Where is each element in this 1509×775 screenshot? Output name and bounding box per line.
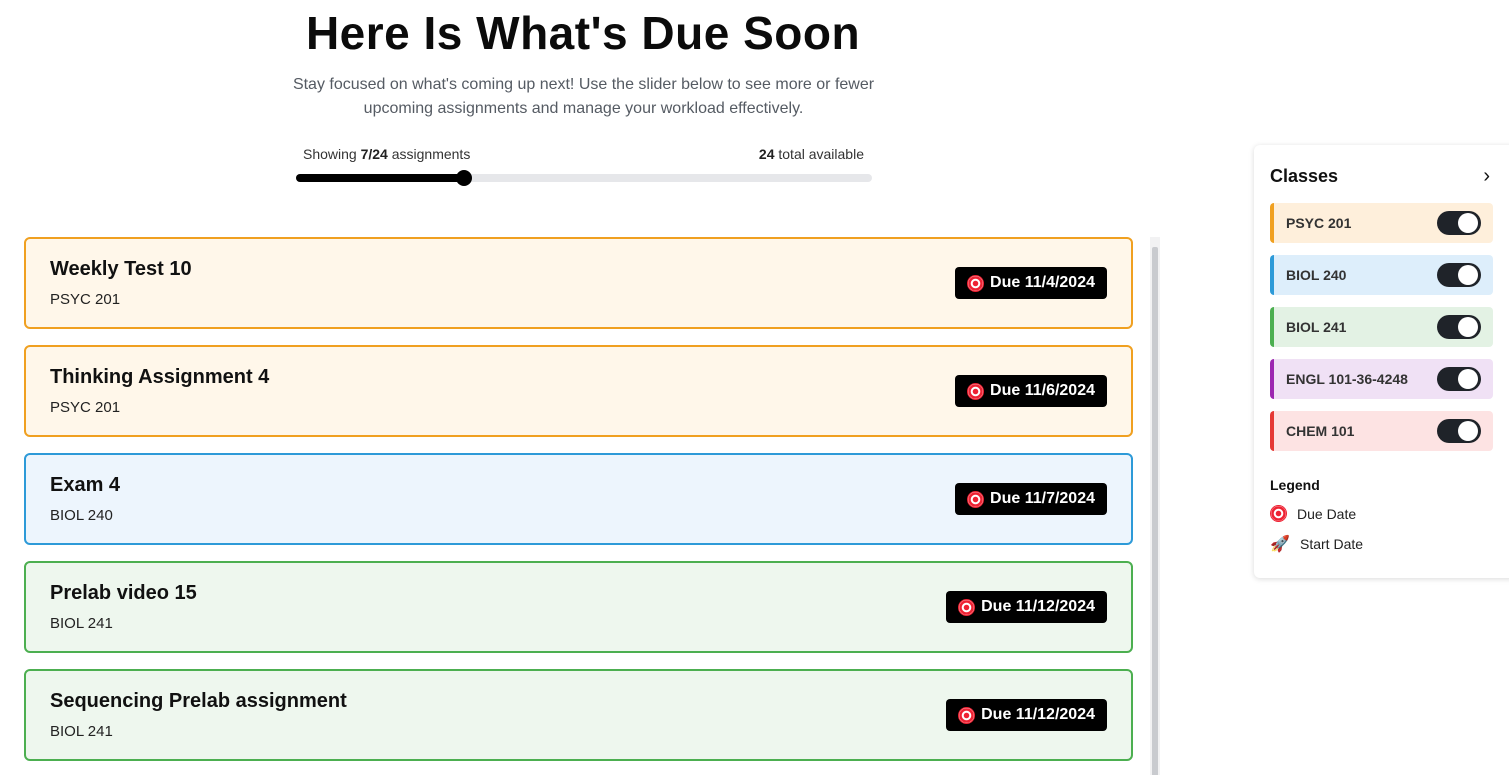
scrollbar-thumb[interactable] <box>1152 247 1158 775</box>
class-name: PSYC 201 <box>1286 215 1352 231</box>
assignment-title: Weekly Test 10 <box>50 258 192 280</box>
chevron-right-icon[interactable]: › <box>1483 165 1490 188</box>
assignment-class: PSYC 201 <box>50 291 121 308</box>
legend-item-start: 🚀 Start Date <box>1270 536 1364 553</box>
class-toggle[interactable] <box>1437 419 1481 443</box>
class-row: CHEM 101 <box>1270 411 1493 451</box>
panel-header: Classes › <box>1270 163 1498 189</box>
class-toggle[interactable] <box>1437 211 1481 235</box>
total-count: 24 <box>758 146 775 162</box>
target-icon <box>967 274 985 292</box>
class-name: ENGL 101-36-4248 <box>1286 371 1408 387</box>
assignment-list: Weekly Test 10 PSYC 201 Due 11/4/2024 Th… <box>24 237 1134 775</box>
assignment-count-slider[interactable] <box>296 170 872 186</box>
rocket-icon: 🚀 <box>1270 536 1290 553</box>
assignment-card[interactable]: Weekly Test 10 PSYC 201 Due 11/4/2024 <box>24 237 1133 329</box>
class-toggle[interactable] <box>1437 367 1481 391</box>
target-icon <box>958 598 976 616</box>
assignment-title: Thinking Assignment 4 <box>50 366 270 388</box>
slider-fill <box>296 174 464 182</box>
showing-count: 7/24 <box>360 146 388 162</box>
showing-text: Showing 7/24 assignments <box>303 146 471 162</box>
panel-title: Classes <box>1270 165 1339 186</box>
target-icon <box>967 382 985 400</box>
class-toggle[interactable] <box>1437 263 1481 287</box>
class-list: PSYC 201 BIOL 240 BIOL 241 ENGL 101-36-4… <box>1270 203 1498 451</box>
due-badge: Due 11/7/2024 <box>955 483 1107 515</box>
class-row: PSYC 201 <box>1270 203 1493 243</box>
page: Here Is What's Due Soon Stay focused on … <box>0 0 1509 775</box>
class-name: BIOL 240 <box>1286 267 1347 283</box>
class-row: BIOL 240 <box>1270 255 1493 295</box>
target-icon <box>958 706 976 724</box>
legend-item-due: Due Date <box>1270 505 1498 522</box>
due-badge: Due 11/6/2024 <box>955 375 1107 407</box>
assignment-class: BIOL 240 <box>50 507 113 524</box>
assignment-card[interactable]: Prelab video 15 BIOL 241 Due 11/12/2024 <box>24 561 1133 653</box>
class-row: ENGL 101-36-4248 <box>1270 359 1493 399</box>
assignment-title: Exam 4 <box>50 474 121 496</box>
due-badge: Due 11/12/2024 <box>946 699 1107 731</box>
slider-meta: Showing 7/24 assignments 24 total availa… <box>303 146 864 162</box>
due-badge: Due 11/4/2024 <box>955 267 1107 299</box>
page-subtitle: Stay focused on what's coming up next! U… <box>292 76 875 117</box>
assignment-card[interactable]: Sequencing Prelab assignment BIOL 241 Du… <box>24 669 1133 761</box>
assignment-class: PSYC 201 <box>50 399 121 416</box>
class-name: CHEM 101 <box>1286 423 1355 439</box>
class-name: BIOL 241 <box>1286 319 1347 335</box>
total-text: 24 total available <box>758 146 864 162</box>
assignment-card[interactable]: Exam 4 BIOL 240 Due 11/7/2024 <box>24 453 1133 545</box>
slider-thumb[interactable] <box>456 170 472 186</box>
classes-panel: Classes › PSYC 201 BIOL 240 BIOL 241 ENG… <box>1254 145 1509 578</box>
list-scrollbar[interactable] <box>1150 237 1160 775</box>
target-icon <box>967 490 985 508</box>
class-toggle[interactable] <box>1437 315 1481 339</box>
class-row: BIOL 241 <box>1270 307 1493 347</box>
assignment-card[interactable]: Thinking Assignment 4 PSYC 201 Due 11/6/… <box>24 345 1133 437</box>
target-icon <box>1270 505 1287 522</box>
page-title: Here Is What's Due Soon <box>305 7 861 59</box>
due-badge: Due 11/12/2024 <box>946 591 1107 623</box>
legend-title: Legend <box>1270 477 1320 493</box>
